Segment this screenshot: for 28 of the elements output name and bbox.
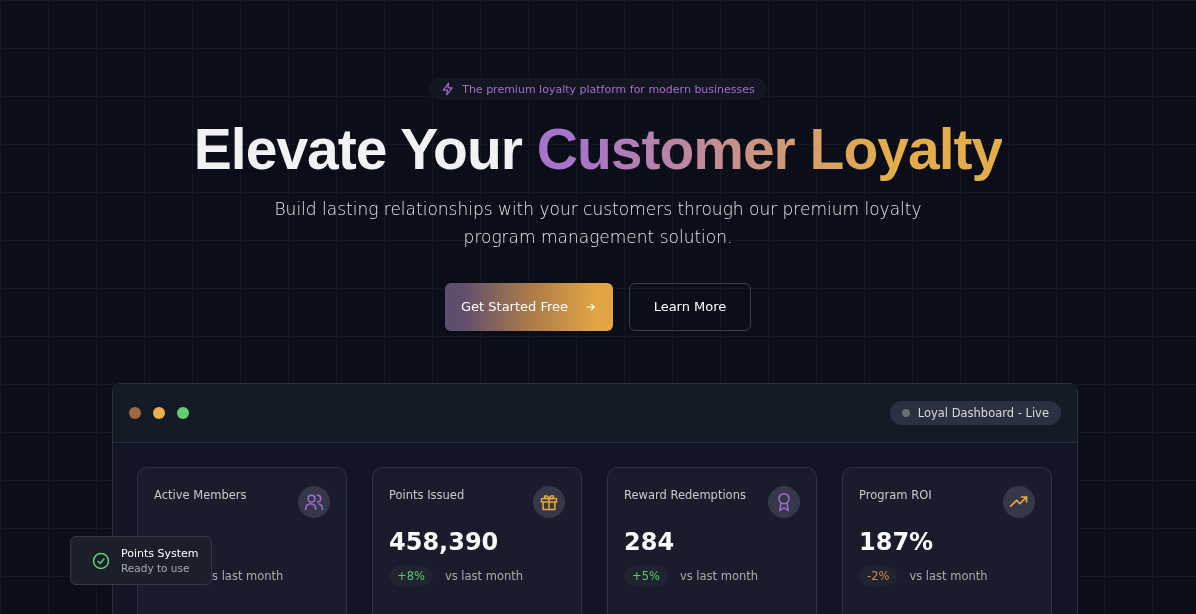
stat-title: Program ROI xyxy=(859,488,932,502)
check-circle-icon xyxy=(91,550,111,571)
comparison-label: s last month xyxy=(212,569,284,583)
stat-value: 187% xyxy=(859,528,935,556)
trend-badge: -2% xyxy=(859,566,898,586)
comparison-label: vs last month xyxy=(909,569,988,583)
stat-value: 284 xyxy=(624,528,676,556)
get-started-button[interactable]: Get Started Free xyxy=(445,282,613,331)
comparison-label: vs last month xyxy=(444,569,524,583)
trend-badge: +8% xyxy=(389,566,433,586)
trend-badge: +5% xyxy=(624,566,668,586)
learn-more-button[interactable]: Learn More xyxy=(629,282,751,331)
users-icon xyxy=(304,492,324,512)
window-dot xyxy=(177,407,189,419)
tagline-badge: The premium loyalty platform for modern businesses xyxy=(429,78,767,100)
status-badge: Loyal Dashboard - Live xyxy=(889,401,1061,425)
lightning-icon xyxy=(441,82,456,96)
hero-subtitle: Build lasting relationships with your customers through our premium loyalty program management solution. xyxy=(273,197,923,249)
stat-title: Points Issued xyxy=(389,488,465,502)
stat-title: Reward Redemptions xyxy=(624,488,746,502)
window-dot xyxy=(153,407,165,419)
toast-subtitle: Ready to use xyxy=(121,562,191,574)
gift-icon xyxy=(539,492,559,512)
stat-value: 458,390 xyxy=(389,528,500,556)
stat-title: Active Members xyxy=(154,488,247,502)
comparison-label: vs last month xyxy=(679,569,759,583)
window-dot xyxy=(129,407,141,419)
toast-title: Points System xyxy=(121,547,199,560)
